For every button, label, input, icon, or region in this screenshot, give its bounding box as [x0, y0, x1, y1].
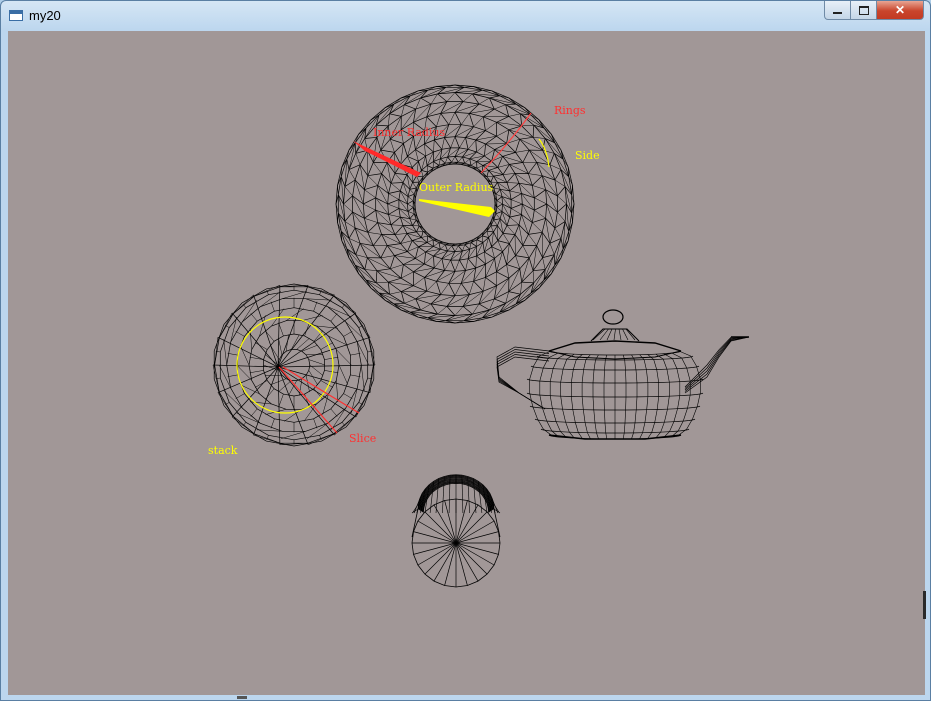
close-icon: ✕: [894, 3, 906, 17]
slice-label: Slice: [349, 432, 376, 445]
app-window: my20 ✕ Inner Radius Outer Radius Rings S…: [0, 0, 931, 701]
slice-line-1: [278, 366, 338, 434]
maximize-icon: [858, 5, 869, 15]
gl-canvas[interactable]: Inner Radius Outer Radius Rings Side sta…: [8, 31, 925, 695]
minimize-button[interactable]: [824, 1, 851, 20]
wire-cone: [411, 474, 501, 588]
scene: Inner Radius Outer Radius Rings Side sta…: [208, 84, 750, 588]
title-bar[interactable]: my20 ✕: [1, 1, 930, 31]
resize-edge[interactable]: [923, 591, 926, 619]
window-title: my20: [29, 8, 61, 23]
wire-teapot: [496, 309, 750, 440]
minimize-icon: [833, 12, 842, 14]
inner-radius-label: Inner Radius: [373, 126, 446, 139]
resize-grip[interactable]: [237, 696, 247, 699]
maximize-button[interactable]: [851, 1, 877, 20]
rings-label: Rings: [554, 104, 586, 117]
stack-label: stack: [208, 444, 238, 457]
outer-radius-arrow: [419, 199, 495, 217]
window-controls: ✕: [824, 1, 924, 21]
side-label: Side: [575, 149, 600, 162]
outer-radius-label: Outer Radius: [419, 181, 494, 194]
torus-annotations: Inner Radius Outer Radius Rings Side: [353, 104, 600, 217]
close-button[interactable]: ✕: [877, 1, 924, 20]
window-icon[interactable]: [9, 10, 23, 21]
